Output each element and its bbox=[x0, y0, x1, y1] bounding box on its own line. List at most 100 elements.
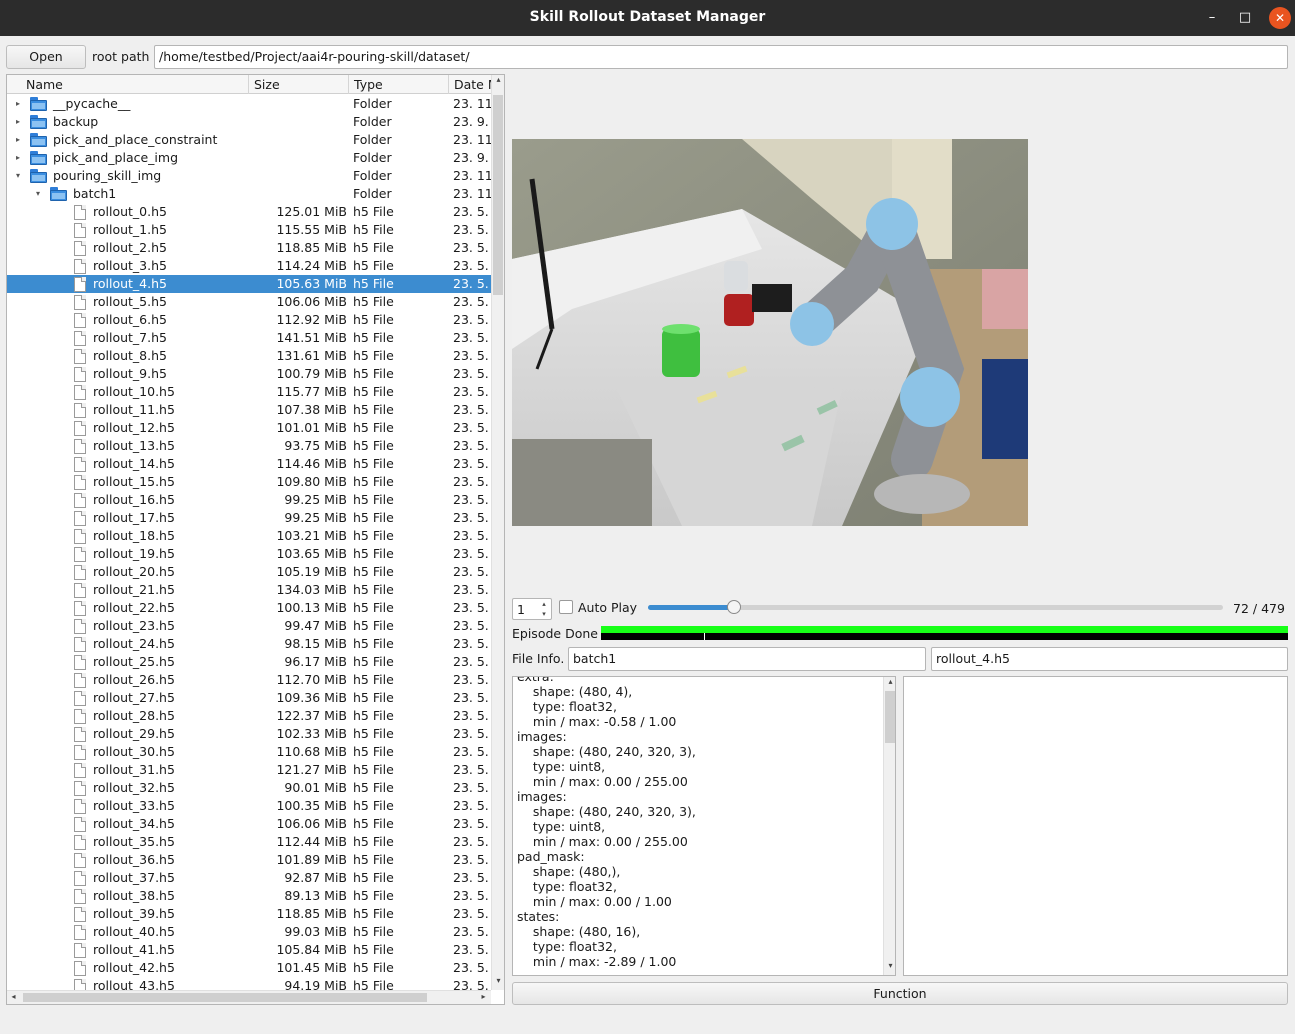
tree-item-size: 115.55 MiB bbox=[276, 222, 347, 237]
tree-file-row[interactable]: rollout_8.h5 131.61 MiB h5 File 23. 5. 1 bbox=[7, 347, 491, 365]
tree-item-type: h5 File bbox=[353, 204, 394, 219]
frame-index-spinbox[interactable]: 1 ▴ ▾ bbox=[512, 598, 552, 620]
tree-item-type: h5 File bbox=[353, 978, 394, 990]
tree-file-row[interactable]: rollout_16.h5 99.25 MiB h5 File 23. 5. 1 bbox=[7, 491, 491, 509]
tree-item-name: rollout_4.h5 bbox=[93, 276, 167, 291]
tree-file-row[interactable]: rollout_22.h5 100.13 MiB h5 File 23. 5. 1 bbox=[7, 599, 491, 617]
tree-file-row[interactable]: rollout_34.h5 106.06 MiB h5 File 23. 5. 1 bbox=[7, 815, 491, 833]
file-tree[interactable]: Name Size Type Date Modified ▸ __pycache_… bbox=[6, 74, 505, 1005]
output-text-panel[interactable] bbox=[903, 676, 1288, 976]
tree-item-name: rollout_39.h5 bbox=[93, 906, 175, 921]
info-vertical-scroll-thumb[interactable] bbox=[885, 691, 895, 743]
tree-folder-row[interactable]: ▾ batch1 Folder 23. 11. bbox=[7, 185, 491, 203]
tree-item-date: 23. 5. 1 bbox=[453, 456, 491, 471]
tree-file-row[interactable]: rollout_3.h5 114.24 MiB h5 File 23. 5. 1 bbox=[7, 257, 491, 275]
tree-file-row[interactable]: rollout_4.h5 105.63 MiB h5 File 23. 5. 1 bbox=[7, 275, 491, 293]
tree-file-row[interactable]: rollout_11.h5 107.38 MiB h5 File 23. 5. 1 bbox=[7, 401, 491, 419]
minimize-icon[interactable]: – bbox=[1201, 7, 1223, 29]
tree-file-row[interactable]: rollout_42.h5 101.45 MiB h5 File 23. 5. 1 bbox=[7, 959, 491, 977]
column-header-date-modified[interactable]: Date Modified bbox=[449, 75, 491, 94]
tree-file-row[interactable]: rollout_2.h5 118.85 MiB h5 File 23. 5. 1 bbox=[7, 239, 491, 257]
scroll-up-icon[interactable]: ▴ bbox=[884, 677, 895, 686]
tree-vertical-scroll-thumb[interactable] bbox=[493, 95, 503, 295]
close-icon[interactable]: ✕ bbox=[1269, 7, 1291, 29]
tree-item-size: 94.19 MiB bbox=[284, 978, 347, 990]
tree-file-row[interactable]: rollout_13.h5 93.75 MiB h5 File 23. 5. 1 bbox=[7, 437, 491, 455]
dataset-info-text[interactable]: extra: shape: (480, 4), type: float32, m… bbox=[512, 676, 896, 976]
file-info-directory-field[interactable]: batch1 bbox=[568, 647, 926, 671]
tree-file-row[interactable]: rollout_43.h5 94.19 MiB h5 File 23. 5. 1 bbox=[7, 977, 491, 990]
tree-file-row[interactable]: rollout_40.h5 99.03 MiB h5 File 23. 5. 1 bbox=[7, 923, 491, 941]
tree-file-row[interactable]: rollout_33.h5 100.35 MiB h5 File 23. 5. 1 bbox=[7, 797, 491, 815]
maximize-icon[interactable]: □ bbox=[1234, 7, 1256, 29]
tree-file-row[interactable]: rollout_38.h5 89.13 MiB h5 File 23. 5. 1 bbox=[7, 887, 491, 905]
tree-file-row[interactable]: rollout_12.h5 101.01 MiB h5 File 23. 5. 1 bbox=[7, 419, 491, 437]
root-path-field[interactable]: /home/testbed/Project/aai4r-pouring-skil… bbox=[154, 45, 1288, 69]
collapse-arrow-icon[interactable]: ▾ bbox=[13, 167, 23, 185]
tree-file-row[interactable]: rollout_29.h5 102.33 MiB h5 File 23. 5. 1 bbox=[7, 725, 491, 743]
expand-arrow-icon[interactable]: ▸ bbox=[13, 149, 23, 167]
tree-folder-row[interactable]: ▾ pouring_skill_img Folder 23. 11. bbox=[7, 167, 491, 185]
scroll-right-icon[interactable]: ▸ bbox=[477, 992, 490, 1001]
file-info-filename-field[interactable]: rollout_4.h5 bbox=[931, 647, 1288, 671]
tree-file-row[interactable]: rollout_20.h5 105.19 MiB h5 File 23. 5. 1 bbox=[7, 563, 491, 581]
tree-file-row[interactable]: rollout_35.h5 112.44 MiB h5 File 23. 5. 1 bbox=[7, 833, 491, 851]
tree-file-row[interactable]: rollout_23.h5 99.47 MiB h5 File 23. 5. 1 bbox=[7, 617, 491, 635]
tree-item-date: 23. 5. 1 bbox=[453, 834, 491, 849]
tree-item-type: h5 File bbox=[353, 474, 394, 489]
tree-file-row[interactable]: rollout_27.h5 109.36 MiB h5 File 23. 5. 1 bbox=[7, 689, 491, 707]
collapse-arrow-icon[interactable]: ▾ bbox=[33, 185, 43, 203]
scroll-left-icon[interactable]: ◂ bbox=[7, 992, 20, 1001]
tree-file-row[interactable]: rollout_14.h5 114.46 MiB h5 File 23. 5. 1 bbox=[7, 455, 491, 473]
autoplay-checkbox[interactable] bbox=[559, 600, 573, 614]
function-button[interactable]: Function bbox=[512, 982, 1288, 1005]
autoplay-label[interactable]: Auto Play bbox=[578, 600, 637, 615]
tree-file-row[interactable]: rollout_41.h5 105.84 MiB h5 File 23. 5. 1 bbox=[7, 941, 491, 959]
scroll-down-icon[interactable]: ▾ bbox=[884, 961, 895, 970]
tree-folder-row[interactable]: ▸ pick_and_place_constraint Folder 23. 11. bbox=[7, 131, 491, 149]
expand-arrow-icon[interactable]: ▸ bbox=[13, 131, 23, 149]
expand-arrow-icon[interactable]: ▸ bbox=[13, 113, 23, 131]
tree-file-row[interactable]: rollout_31.h5 121.27 MiB h5 File 23. 5. 1 bbox=[7, 761, 491, 779]
tree-file-row[interactable]: rollout_39.h5 118.85 MiB h5 File 23. 5. 1 bbox=[7, 905, 491, 923]
column-header-name[interactable]: Name bbox=[21, 75, 249, 94]
tree-item-type: h5 File bbox=[353, 906, 394, 921]
expand-arrow-icon[interactable]: ▸ bbox=[13, 95, 23, 113]
open-button[interactable]: Open bbox=[6, 45, 86, 69]
scroll-down-icon[interactable]: ▾ bbox=[492, 976, 504, 985]
tree-horizontal-scroll-thumb[interactable] bbox=[23, 993, 427, 1002]
tree-file-row[interactable]: rollout_28.h5 122.37 MiB h5 File 23. 5. 1 bbox=[7, 707, 491, 725]
tree-file-row[interactable]: rollout_37.h5 92.87 MiB h5 File 23. 5. 1 bbox=[7, 869, 491, 887]
tree-file-row[interactable]: rollout_18.h5 103.21 MiB h5 File 23. 5. 1 bbox=[7, 527, 491, 545]
tree-file-row[interactable]: rollout_1.h5 115.55 MiB h5 File 23. 5. 1 bbox=[7, 221, 491, 239]
column-header-size[interactable]: Size bbox=[249, 75, 349, 94]
tree-file-row[interactable]: rollout_15.h5 109.80 MiB h5 File 23. 5. 1 bbox=[7, 473, 491, 491]
tree-folder-row[interactable]: ▸ pick_and_place_img Folder 23. 9. 1 bbox=[7, 149, 491, 167]
tree-file-row[interactable]: rollout_36.h5 101.89 MiB h5 File 23. 5. 1 bbox=[7, 851, 491, 869]
tree-file-row[interactable]: rollout_17.h5 99.25 MiB h5 File 23. 5. 1 bbox=[7, 509, 491, 527]
tree-file-row[interactable]: rollout_7.h5 141.51 MiB h5 File 23. 5. 1 bbox=[7, 329, 491, 347]
info-line: type: float32, bbox=[517, 939, 617, 954]
tree-file-row[interactable]: rollout_10.h5 115.77 MiB h5 File 23. 5. 1 bbox=[7, 383, 491, 401]
tree-file-row[interactable]: rollout_25.h5 96.17 MiB h5 File 23. 5. 1 bbox=[7, 653, 491, 671]
tree-file-row[interactable]: rollout_30.h5 110.68 MiB h5 File 23. 5. 1 bbox=[7, 743, 491, 761]
tree-file-row[interactable]: rollout_5.h5 106.06 MiB h5 File 23. 5. 1 bbox=[7, 293, 491, 311]
file-icon bbox=[74, 349, 86, 364]
tree-file-row[interactable]: rollout_6.h5 112.92 MiB h5 File 23. 5. 1 bbox=[7, 311, 491, 329]
tree-file-row[interactable]: rollout_26.h5 112.70 MiB h5 File 23. 5. 1 bbox=[7, 671, 491, 689]
tree-file-row[interactable]: rollout_9.h5 100.79 MiB h5 File 23. 5. 1 bbox=[7, 365, 491, 383]
tree-item-name: rollout_28.h5 bbox=[93, 708, 175, 723]
spin-up-icon[interactable]: ▴ bbox=[538, 599, 550, 609]
scroll-up-icon[interactable]: ▴ bbox=[492, 75, 504, 84]
tree-file-row[interactable]: rollout_24.h5 98.15 MiB h5 File 23. 5. 1 bbox=[7, 635, 491, 653]
frame-slider-handle[interactable] bbox=[727, 600, 742, 614]
column-header-type[interactable]: Type bbox=[349, 75, 449, 94]
file-icon bbox=[74, 619, 86, 634]
tree-file-row[interactable]: rollout_32.h5 90.01 MiB h5 File 23. 5. 1 bbox=[7, 779, 491, 797]
tree-file-row[interactable]: rollout_0.h5 125.01 MiB h5 File 23. 5. 1 bbox=[7, 203, 491, 221]
tree-folder-row[interactable]: ▸ __pycache__ Folder 23. 11. bbox=[7, 95, 491, 113]
tree-file-row[interactable]: rollout_21.h5 134.03 MiB h5 File 23. 5. 1 bbox=[7, 581, 491, 599]
tree-folder-row[interactable]: ▸ backup Folder 23. 9. 1 bbox=[7, 113, 491, 131]
tree-file-row[interactable]: rollout_19.h5 103.65 MiB h5 File 23. 5. 1 bbox=[7, 545, 491, 563]
spin-down-icon[interactable]: ▾ bbox=[538, 609, 550, 619]
